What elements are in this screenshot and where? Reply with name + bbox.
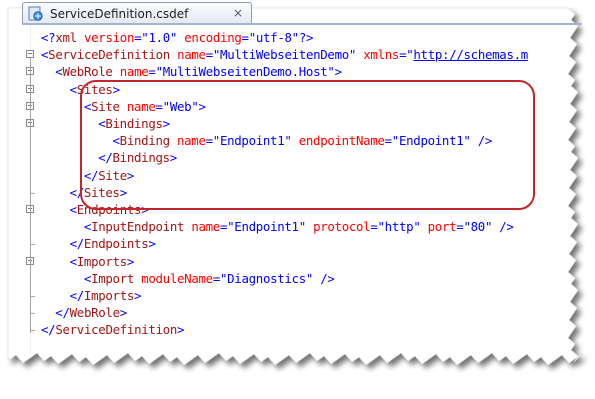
code-token-punc: =" [399,47,414,63]
code-token-attr: moduleName [141,270,213,286]
code-token-punc: "> [327,64,342,80]
code-token-punc: </ [55,305,70,321]
code-token-punc: " [348,47,364,63]
editor-screenshot: ServiceDefinition.csdef × <?xml version=… [0,0,595,399]
code-line[interactable]: </Imports> [70,287,142,304]
code-token-punc: " /> [484,219,514,235]
code-line[interactable]: <InputEndpoint name="Endpoint1" protocol… [84,218,514,235]
code-token-url[interactable]: http://schemas.m [413,47,528,62]
code-token-punc: > [134,288,142,303]
code-token-punc: < [69,253,77,269]
code-token-punc: =" [134,30,149,45]
code-token-punc: < [69,202,77,217]
code-token-punc: =" [148,64,163,80]
code-line[interactable]: <ServiceDefinition name="MultiWebseitenD… [41,46,528,63]
tab-servicedefinition[interactable]: ServiceDefinition.csdef × [22,2,252,24]
code-line[interactable]: <?xml version="1.0" encoding="utf-8"?> [41,29,313,46]
code-token-punc: =" [370,219,385,235]
code-token-attr: xmlns [363,47,400,63]
code-line[interactable]: </ServiceDefinition> [41,321,185,338]
code-token-attr: name [177,47,206,63]
code-token-punc: <? [41,30,56,45]
fold-end-mark [30,313,35,315]
code-token-val: MultiWebseitenDemo [220,47,349,63]
code-token-tag: WebRole [62,64,113,80]
code-token-attr: encoding [184,30,242,45]
fold-end-mark [30,192,35,194]
code-token-val: utf-8 [255,30,292,45]
code-token-punc: =" [205,47,221,63]
code-token-tag: Import [91,270,135,286]
fold-end-mark [30,330,35,332]
code-token-tag: WebRole [69,305,120,321]
code-token-punc: < [69,81,77,97]
code-line[interactable]: </WebRole> [55,304,127,321]
code-line[interactable]: <Import moduleName="Diagnostics" /> [84,270,335,287]
highlight-callout [80,80,535,210]
fold-end-mark [30,296,35,297]
code-token-attr: name [119,64,149,80]
code-token-punc: =" [241,30,257,45]
code-line[interactable]: </Endpoints> [70,235,156,252]
code-token-tag: InputEndpoint [91,219,185,235]
code-token-punc: > [126,253,135,269]
code-token-tag: Imports [83,288,135,303]
fold-end-mark [30,244,35,246]
code-line[interactable]: <WebRole name="MultiWebseitenDemo.Host"> [55,63,342,80]
code-token-punc: < [83,270,92,286]
code-token-punc: </ [69,236,85,252]
code-token-punc: " [169,30,185,45]
code-token-val: Diagnostics [227,270,306,286]
code-token-tag: ServiceDefinition [55,322,178,338]
code-token-attr: protocol [313,219,371,235]
code-token-punc: " [413,219,428,235]
code-token-punc: " [298,219,314,235]
code-token-attr: version [83,30,135,45]
code-token-punc: " /> [305,270,335,286]
code-token-tag: ServiceDefinition [48,47,170,63]
code-token-tag: Imports [76,253,127,269]
code-token-val: 1.0 [148,30,170,45]
code-token-val: http [384,219,414,235]
code-token-punc: < [83,219,92,235]
close-icon[interactable]: × [233,6,243,20]
code-token-val: Endpoint1 [234,219,299,235]
csdef-file-icon [28,6,43,21]
code-token-punc: =" [219,219,235,235]
collapse-toggle-icon[interactable]: − [26,50,34,59]
fold-guide-line [30,58,31,334]
code-token-punc: > [119,305,127,321]
code-line[interactable]: <Imports> [69,253,135,270]
code-token-punc: </ [41,322,56,338]
code-token-punc: > [177,322,185,338]
code-token-punc: =" [212,270,228,286]
code-token-punc: > [148,236,156,252]
code-token-punc: =" [456,219,471,235]
code-token-val: MultiWebseitenDemo.Host [162,64,328,80]
code-token-attr: port [427,219,457,235]
tab-title: ServiceDefinition.csdef [50,6,189,21]
code-token-punc: "?> [291,30,314,45]
code-token-tag: xml [55,30,77,45]
code-token-punc: </ [69,288,85,303]
code-token-val: 80 [470,219,486,235]
code-token-tag: Endpoints [83,236,149,252]
code-token-attr: name [191,219,220,235]
